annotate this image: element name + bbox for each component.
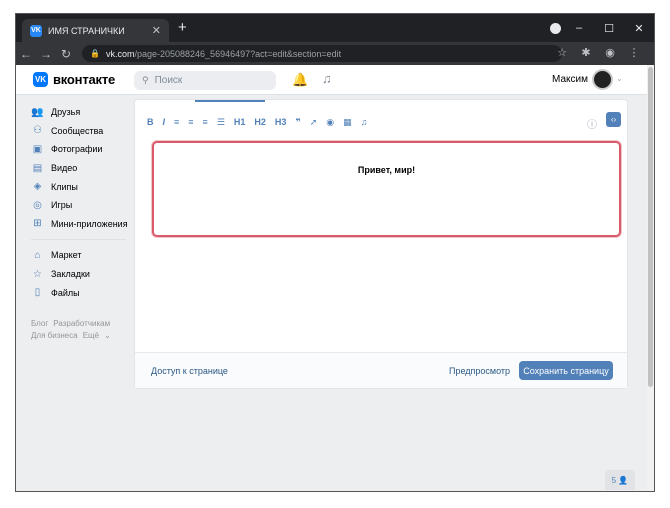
page-editor-card: B I ≡ ≡ ≡ ☰ H1 H2 H3 ❞ ➚ ◉ ▦ ♫ ⓘ ‹› Прив… bbox=[134, 99, 628, 389]
browser-toolbar: ← → ↻ 🔒 vk.com /page-205088246_56946497?… bbox=[16, 42, 654, 65]
active-tab-indicator bbox=[195, 100, 265, 102]
heading2-icon[interactable]: H2 bbox=[254, 117, 266, 127]
market-icon: ⌂ bbox=[34, 249, 41, 261]
heading1-icon[interactable]: H1 bbox=[234, 117, 246, 127]
page-scrollbar[interactable] bbox=[647, 65, 654, 491]
sidebar-item-market[interactable]: ⌂ Маркет bbox=[31, 246, 136, 265]
sidebar-item-files[interactable]: ▯ Файлы bbox=[31, 283, 136, 302]
bookmark-star-icon[interactable]: ☆ bbox=[550, 46, 574, 59]
url-host: vk.com bbox=[105, 48, 135, 59]
link-more[interactable]: Ещё bbox=[83, 331, 99, 340]
vk-page: VK вконтакте ⚲ Поиск 🔔 ♫ Максим ⌄ 👥 Друзь… bbox=[16, 65, 654, 491]
sidebar-divider bbox=[31, 239, 126, 241]
files-icon: ▯ bbox=[34, 287, 41, 299]
tab-close-icon[interactable]: ✕ bbox=[152, 24, 161, 37]
search-icon: ⚲ bbox=[142, 75, 149, 85]
sidebar-item-video[interactable]: ▤ Видео bbox=[31, 159, 136, 178]
vk-favicon-icon: VK bbox=[30, 24, 42, 37]
heading3-icon[interactable]: H3 bbox=[275, 117, 287, 127]
italic-icon[interactable]: I bbox=[163, 117, 166, 127]
camera-icon[interactable]: ◉ bbox=[326, 117, 334, 128]
sidebar-item-games[interactable]: ◎ Игры bbox=[31, 196, 136, 215]
code-mode-icon[interactable]: ‹› bbox=[606, 112, 621, 127]
link-business[interactable]: Для бизнеса bbox=[31, 331, 78, 340]
toolbar-actions: ☆ ✱ ◉ ⋮ bbox=[550, 46, 646, 59]
video-icon: ▤ bbox=[32, 162, 43, 174]
friends-icon: 👥 bbox=[31, 106, 44, 118]
sidebar-item-clips[interactable]: ◈ Клипы bbox=[31, 177, 136, 196]
editor-footer: Доступ к странице Предпросмотр Сохранить… bbox=[135, 352, 627, 388]
back-icon[interactable]: ← bbox=[16, 47, 36, 61]
scrollbar-thumb[interactable] bbox=[648, 67, 653, 387]
communities-icon: ⚇ bbox=[33, 125, 42, 137]
lock-icon: 🔒 bbox=[90, 49, 100, 58]
tab-title: ИМЯ СТРАНИЧКИ bbox=[48, 25, 125, 36]
sidebar-item-bookmarks[interactable]: ☆ Закладки bbox=[31, 265, 136, 284]
bold-icon[interactable]: B bbox=[147, 117, 154, 127]
sidebar-footer-links: Блог Разработчикам Для бизнеса Ещё ⌄ bbox=[31, 318, 136, 342]
sidebar-item-friends[interactable]: 👥 Друзья bbox=[31, 103, 136, 122]
games-icon: ◎ bbox=[33, 199, 42, 211]
chevron-down-icon[interactable]: ⌄ bbox=[104, 331, 111, 340]
window-controls: – ☐ ✕ bbox=[564, 14, 654, 42]
menu-icon[interactable]: ⋮ bbox=[622, 46, 646, 59]
browser-tab[interactable]: VK ИМЯ СТРАНИЧКИ ✕ bbox=[22, 19, 169, 42]
avatar[interactable] bbox=[592, 69, 613, 90]
vk-logo[interactable]: VK вконтакте bbox=[33, 72, 115, 87]
photos-icon: ▣ bbox=[32, 143, 43, 155]
sidebar-item-mini-apps[interactable]: ⊞ Мини-приложения bbox=[31, 215, 136, 234]
editor-toolbar: B I ≡ ≡ ≡ ☰ H1 H2 H3 ❞ ➚ ◉ ▦ ♫ bbox=[147, 114, 617, 130]
chat-widget[interactable]: 5 👤 bbox=[605, 470, 635, 490]
mini-apps-icon: ⊞ bbox=[33, 218, 42, 230]
notifications-bell-icon[interactable]: 🔔 bbox=[292, 72, 308, 88]
sidebar-item-communities[interactable]: ⚇ Сообщества bbox=[31, 122, 136, 141]
save-page-button[interactable]: Сохранить страницу bbox=[519, 361, 613, 380]
info-icon[interactable]: ⓘ bbox=[587, 116, 597, 131]
audio-icon[interactable]: ♫ bbox=[361, 117, 368, 127]
maximize-icon[interactable]: ☐ bbox=[594, 22, 624, 35]
reload-icon[interactable]: ↻ bbox=[56, 47, 76, 61]
link-icon[interactable]: ➚ bbox=[310, 117, 318, 128]
editor-content-text: Привет, мир! bbox=[357, 165, 416, 175]
user-name[interactable]: Максим bbox=[552, 74, 588, 85]
user-icon: 👤 bbox=[618, 475, 629, 485]
vk-logo-text: вконтакте bbox=[53, 72, 116, 87]
preview-link[interactable]: Предпросмотр bbox=[449, 366, 510, 376]
new-tab-icon[interactable]: + bbox=[178, 19, 187, 36]
align-right-icon[interactable]: ≡ bbox=[203, 117, 208, 127]
account-icon[interactable]: ◉ bbox=[598, 46, 622, 59]
window-close-icon[interactable]: ✕ bbox=[624, 22, 654, 35]
vk-header: VK вконтакте ⚲ Поиск 🔔 ♫ Максим ⌄ bbox=[16, 65, 654, 95]
editor-content-area[interactable]: Привет, мир! bbox=[152, 141, 621, 237]
link-blog[interactable]: Блог bbox=[31, 319, 48, 328]
forward-icon[interactable]: → bbox=[36, 47, 56, 61]
browser-window: VK ИМЯ СТРАНИЧКИ ✕ + – ☐ ✕ ← → ↻ 🔒 vk.co… bbox=[16, 14, 654, 491]
vk-logo-icon: VK bbox=[33, 72, 48, 87]
tab-strip: VK ИМЯ СТРАНИЧКИ ✕ + – ☐ ✕ bbox=[16, 14, 654, 42]
align-center-icon[interactable]: ≡ bbox=[188, 117, 193, 127]
address-bar[interactable]: 🔒 vk.com /page-205088246_56946497?act=ed… bbox=[82, 45, 562, 62]
bookmarks-icon: ☆ bbox=[33, 268, 42, 280]
profile-icon[interactable] bbox=[550, 23, 561, 34]
url-path: /page-205088246_56946497?act=edit&sectio… bbox=[134, 48, 342, 59]
video-film-icon[interactable]: ▦ bbox=[343, 117, 352, 128]
chevron-down-icon[interactable]: ⌄ bbox=[616, 74, 623, 83]
sidebar-item-photos[interactable]: ▣ Фотографии bbox=[31, 140, 136, 159]
sidebar: 👥 Друзья ⚇ Сообщества ▣ Фотографии ▤ Видео ◈… bbox=[31, 103, 136, 342]
minimize-icon[interactable]: – bbox=[564, 22, 594, 34]
quote-icon[interactable]: ❞ bbox=[295, 117, 300, 128]
search-input[interactable]: ⚲ Поиск bbox=[134, 71, 276, 90]
extensions-icon[interactable]: ✱ bbox=[574, 46, 598, 59]
clips-icon: ◈ bbox=[33, 181, 42, 193]
page-access-link[interactable]: Доступ к странице bbox=[151, 366, 228, 376]
link-developers[interactable]: Разработчикам bbox=[53, 319, 110, 328]
align-left-icon[interactable]: ≡ bbox=[174, 117, 179, 127]
music-icon[interactable]: ♫ bbox=[322, 71, 332, 86]
search-placeholder: Поиск bbox=[154, 75, 183, 86]
list-icon[interactable]: ☰ bbox=[217, 117, 225, 128]
